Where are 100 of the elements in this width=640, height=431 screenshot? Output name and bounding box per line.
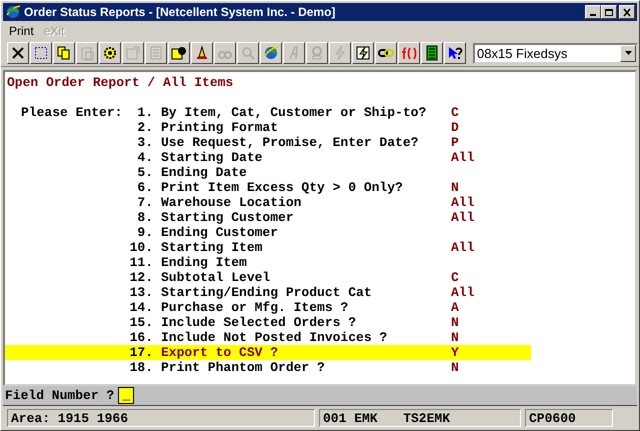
field-label: Include Selected Orders ? [161, 315, 356, 330]
field-number: 7. [137, 195, 153, 210]
font-dropdown[interactable]: 08x15 Fixedsys [473, 42, 638, 64]
field-row[interactable]: 2. Printing Format D [5, 120, 531, 135]
paste-icon [79, 45, 95, 61]
field-value: All [451, 285, 474, 300]
function-icon [401, 45, 417, 61]
field-label: By Item, Cat, Customer or Ship-to? [161, 105, 426, 120]
toolbar-button[interactable] [168, 42, 190, 64]
field-number: 11. [130, 255, 153, 270]
toolbar-button[interactable] [53, 42, 75, 64]
minimize-icon [590, 14, 596, 16]
field-number: 8. [137, 210, 153, 225]
menu-item[interactable]: Print [9, 24, 34, 38]
field-row[interactable]: 14. Purchase or Mfg. Items ? A [5, 300, 531, 315]
field-label: Print Item Excess Qty > 0 Only? [161, 180, 403, 195]
toolbar-button[interactable] [99, 42, 121, 64]
field-value: All [451, 195, 474, 210]
field-row[interactable]: 4. Starting Date All [5, 150, 531, 165]
field-number: 14. [130, 300, 153, 315]
field-row[interactable]: 8. Starting Customer All [5, 210, 531, 225]
field-value: C [451, 270, 459, 285]
field-number: 1. [137, 105, 153, 120]
field-label: Use Request, Promise, Enter Date? [161, 135, 418, 150]
field-label: Starting Item [161, 240, 262, 255]
document-icon [148, 45, 164, 61]
field-value: All [451, 150, 474, 165]
field-row[interactable]: Please Enter: 1. By Item, Cat, Customer or Ship-to? C [5, 105, 531, 120]
field-label: Subtotal Level [161, 270, 270, 285]
field-number: 18. [130, 360, 153, 375]
toolbar-button[interactable] [191, 42, 213, 64]
field-value: N [451, 330, 459, 345]
close-button[interactable] [619, 5, 635, 19]
toolbar-button[interactable] [7, 42, 29, 64]
field-number: 15. [130, 315, 153, 330]
field-label: Purchase or Mfg. Items ? [161, 300, 348, 315]
report-title: Open Order Report / All Items [7, 75, 234, 90]
field-label: Ending Item [161, 255, 247, 270]
field-number: 4. [137, 150, 153, 165]
window-title: Order Status Reports - [Netcellent System Inc. - Demo] [24, 5, 336, 19]
field-value: N [451, 315, 459, 330]
field-value: C [451, 105, 459, 120]
field-number: 5. [137, 165, 153, 180]
field-row[interactable]: 15. Include Selected Orders ? N [5, 315, 531, 330]
toolbar-button[interactable] [444, 42, 466, 64]
field-number: 10. [130, 240, 153, 255]
field-number: 9. [137, 225, 153, 240]
field-row[interactable]: 18. Print Phantom Order ? N [5, 360, 531, 375]
toolbar-button[interactable] [352, 42, 374, 64]
field-value: D [451, 120, 459, 135]
minimize-button[interactable] [585, 5, 601, 19]
field-number: 6. [137, 180, 153, 195]
status-text: TS2EMK [403, 410, 450, 426]
field-value: All [451, 240, 474, 255]
field-number: 12. [130, 270, 153, 285]
bell-icon [194, 45, 210, 61]
field-row[interactable]: 10. Starting Item All [5, 240, 531, 255]
field-row[interactable]: 11. Ending Item [5, 255, 531, 270]
field-number-input[interactable]: _ [118, 387, 134, 404]
toolbar-button[interactable] [260, 42, 282, 64]
toolbar-button[interactable] [30, 42, 52, 64]
prompt-label: Please Enter: [21, 105, 122, 120]
calculator-icon [424, 45, 440, 61]
gear-icon [102, 45, 118, 61]
field-row[interactable]: 7. Warehouse Location All [5, 195, 531, 210]
field-row[interactable]: 16. Include Not Posted Invoices ? N [5, 330, 531, 345]
toolbar-button[interactable] [421, 42, 443, 64]
status-pane: Area: 1915 1966 [7, 409, 315, 427]
field-number: 3. [137, 135, 153, 150]
field-label: Ending Date [161, 165, 247, 180]
field-label: Starting/Ending Product Cat [161, 285, 372, 300]
maximize-icon [604, 8, 614, 16]
field-label: Ending Customer [161, 225, 278, 240]
field-label: Warehouse Location [161, 195, 302, 210]
field-value: All [451, 210, 474, 225]
field-number: 2. [137, 120, 153, 135]
field-label: Export to CSV ? [161, 345, 278, 360]
field-row[interactable]: 3. Use Request, Promise, Enter Date? P [5, 135, 531, 150]
copy-icon [56, 45, 72, 61]
toolbar-button[interactable] [375, 42, 397, 64]
field-row[interactable]: 9. Ending Customer [5, 225, 531, 240]
field-value: P [451, 135, 459, 150]
globe-icon [263, 45, 279, 61]
lightning-icon [332, 45, 348, 61]
status-pane: CP0600 [525, 409, 613, 427]
maximize-button[interactable] [601, 5, 617, 19]
field-value: A [451, 300, 459, 315]
close-icon [622, 8, 632, 16]
field-row[interactable]: 6. Print Item Excess Qty > 0 Only? N [5, 180, 531, 195]
field-row[interactable]: 17. Export to CSV ? Y [5, 345, 531, 360]
lightning-document-icon [355, 45, 371, 61]
field-row[interactable]: 13. Starting/Ending Product Cat All [5, 285, 531, 300]
field-label: Starting Date [161, 150, 262, 165]
app-logo-icon [5, 4, 21, 20]
field-label: Include Not Posted Invoices ? [161, 330, 388, 345]
field-label: Print Phantom Order ? [161, 360, 325, 375]
field-row[interactable]: 12. Subtotal Level C [5, 270, 531, 285]
toolbar-button[interactable] [398, 42, 420, 64]
field-number: 16. [130, 330, 153, 345]
field-row[interactable]: 5. Ending Date [5, 165, 531, 180]
